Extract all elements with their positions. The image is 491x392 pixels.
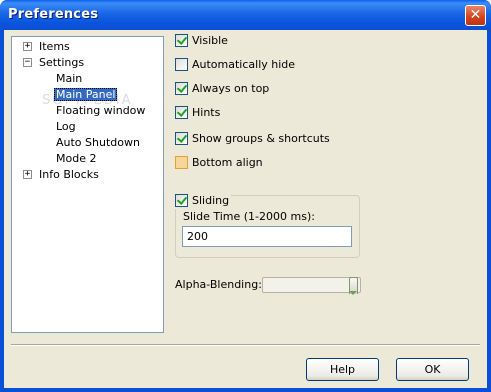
always-on-top-label: Always on top: [192, 82, 270, 95]
tree-item-label: Floating window: [56, 104, 146, 117]
visible-label: Visible: [192, 34, 228, 47]
tree-item-label: Log: [56, 120, 76, 133]
slide-time-input[interactable]: 200: [182, 226, 352, 247]
slider-thumb[interactable]: [349, 277, 358, 295]
collapse-minus-icon[interactable]: −: [23, 58, 32, 67]
tree-item-main-panel[interactable]: Main Panel: [54, 87, 118, 103]
preferences-window: Preferences ✕ SOFTPEDIA + Items − Settin…: [0, 0, 491, 392]
tree-item-label-selected: Main Panel: [54, 88, 118, 101]
tree-item-label: Items: [39, 40, 70, 53]
sliding-checkbox[interactable]: [175, 194, 188, 207]
hints-label: Hints: [192, 106, 221, 119]
tree-item-label: Auto Shutdown: [56, 136, 140, 149]
settings-tree[interactable]: SOFTPEDIA + Items − Settings Main Main P…: [11, 36, 164, 333]
close-icon: ✕: [469, 7, 482, 23]
show-groups-label: Show groups & shortcuts: [192, 132, 330, 145]
close-button[interactable]: ✕: [465, 5, 486, 26]
always-on-top-checkbox[interactable]: [175, 82, 188, 95]
tree-item-main[interactable]: Main: [54, 71, 84, 87]
tree-item-label: Info Blocks: [39, 168, 99, 181]
bottom-align-checkbox[interactable]: [175, 156, 188, 169]
tree-item-floating-window[interactable]: Floating window: [54, 103, 147, 119]
hints-checkbox[interactable]: [175, 106, 188, 119]
show-groups-checkbox[interactable]: [175, 132, 188, 145]
bottom-align-label: Bottom align: [192, 156, 263, 169]
help-button[interactable]: Help: [306, 358, 379, 381]
visible-checkbox[interactable]: [175, 34, 188, 47]
alpha-blending-slider[interactable]: [262, 277, 361, 295]
dialog-body: SOFTPEDIA + Items − Settings Main Main P…: [4, 30, 487, 388]
window-title: Preferences: [8, 7, 99, 22]
tree-item-label: Mode 2: [56, 152, 97, 165]
tree-item-auto-shutdown[interactable]: Auto Shutdown: [54, 135, 142, 151]
alpha-blending-label: Alpha-Blending:: [175, 278, 262, 291]
ok-button[interactable]: OK: [396, 358, 469, 381]
tree-item-label: Settings: [39, 56, 85, 69]
tree-item-mode-2[interactable]: Mode 2: [54, 151, 98, 167]
auto-hide-checkbox[interactable]: [175, 58, 188, 71]
title-bar[interactable]: Preferences ✕: [0, 0, 491, 30]
expand-plus-icon[interactable]: +: [23, 170, 32, 179]
tree-item-items[interactable]: + Items: [23, 39, 72, 55]
expand-plus-icon[interactable]: +: [23, 42, 32, 51]
auto-hide-label: Automatically hide: [192, 58, 296, 71]
sliding-option[interactable]: Sliding: [175, 193, 232, 209]
slide-time-label: Slide Time (1-2000 ms):: [183, 210, 315, 223]
tree-item-label: Main: [56, 72, 83, 85]
tree-item-log[interactable]: Log: [54, 119, 78, 135]
sliding-label: Sliding: [192, 194, 230, 207]
tree-item-settings[interactable]: − Settings: [23, 55, 86, 71]
separator: [11, 344, 480, 346]
tree-item-info-blocks[interactable]: + Info Blocks: [23, 167, 101, 183]
